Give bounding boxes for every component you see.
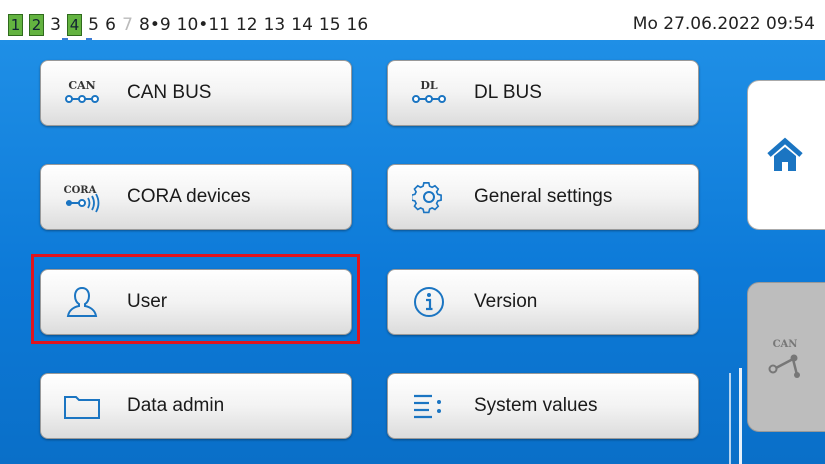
output-13: 13	[263, 15, 286, 35]
selection-highlight	[31, 254, 360, 344]
data-admin-label: Data admin	[127, 395, 225, 416]
svg-text:DL: DL	[420, 79, 438, 92]
info-icon	[404, 282, 454, 322]
version-label: Version	[474, 291, 538, 312]
can-bus-label: CAN BUS	[127, 82, 212, 103]
version-button[interactable]: Version	[387, 269, 699, 335]
list-icon	[404, 386, 454, 426]
system-values-label: System values	[474, 395, 598, 416]
output-16: 16	[346, 15, 369, 35]
svg-text:CAN: CAN	[773, 339, 798, 350]
svg-text:CORA: CORA	[64, 185, 97, 196]
output-2: 2	[29, 14, 44, 36]
output-8-9: 8•9	[139, 15, 171, 35]
output-15: 15	[318, 15, 341, 35]
data-admin-button[interactable]: Data admin	[40, 373, 352, 439]
can-network-button[interactable]: CAN	[747, 282, 825, 432]
system-values-button[interactable]: System values	[387, 373, 699, 439]
can-network-icon: CAN	[768, 339, 800, 378]
output-5: 5	[88, 15, 99, 35]
output-14: 14	[291, 15, 313, 35]
scrollbar-track	[729, 373, 731, 464]
scrollbar[interactable]	[739, 368, 742, 464]
output-3: 3	[50, 15, 61, 35]
can-bus-button[interactable]: CAN CAN BUS	[40, 60, 352, 126]
output-4: 4	[67, 14, 82, 36]
gear-icon	[404, 177, 454, 217]
status-bar: 1 2 3 4 5 6 7 8•9 10•11 12 13 14 15 16 M…	[0, 0, 825, 47]
output-10-11: 10•11	[176, 15, 230, 35]
general-settings-label: General settings	[474, 186, 613, 207]
menu-area: CAN CAN BUS DL DL BUS CORA CORA devices …	[0, 40, 825, 464]
datetime: Mo 27.06.2022 09:54	[632, 14, 815, 34]
home-icon	[767, 137, 803, 171]
can-bus-icon: CAN	[57, 73, 107, 113]
output-1: 1	[8, 14, 23, 36]
cora-devices-label: CORA devices	[127, 186, 251, 207]
cora-devices-button[interactable]: CORA CORA devices	[40, 164, 352, 230]
home-button[interactable]	[747, 80, 825, 230]
output-12: 12	[235, 15, 258, 35]
general-settings-button[interactable]: General settings	[387, 164, 699, 230]
dl-bus-button[interactable]: DL DL BUS	[387, 60, 699, 126]
folder-icon	[57, 386, 107, 426]
dl-bus-label: DL BUS	[474, 82, 542, 103]
dl-bus-icon: DL	[404, 73, 454, 113]
svg-text:CAN: CAN	[68, 79, 95, 92]
output-6: 6	[105, 15, 116, 35]
output-indicators: 1 2 3 4 5 6 7 8•9 10•11 12 13 14 15 16	[8, 14, 368, 36]
output-7: 7	[122, 15, 133, 35]
cora-icon: CORA	[57, 177, 107, 217]
